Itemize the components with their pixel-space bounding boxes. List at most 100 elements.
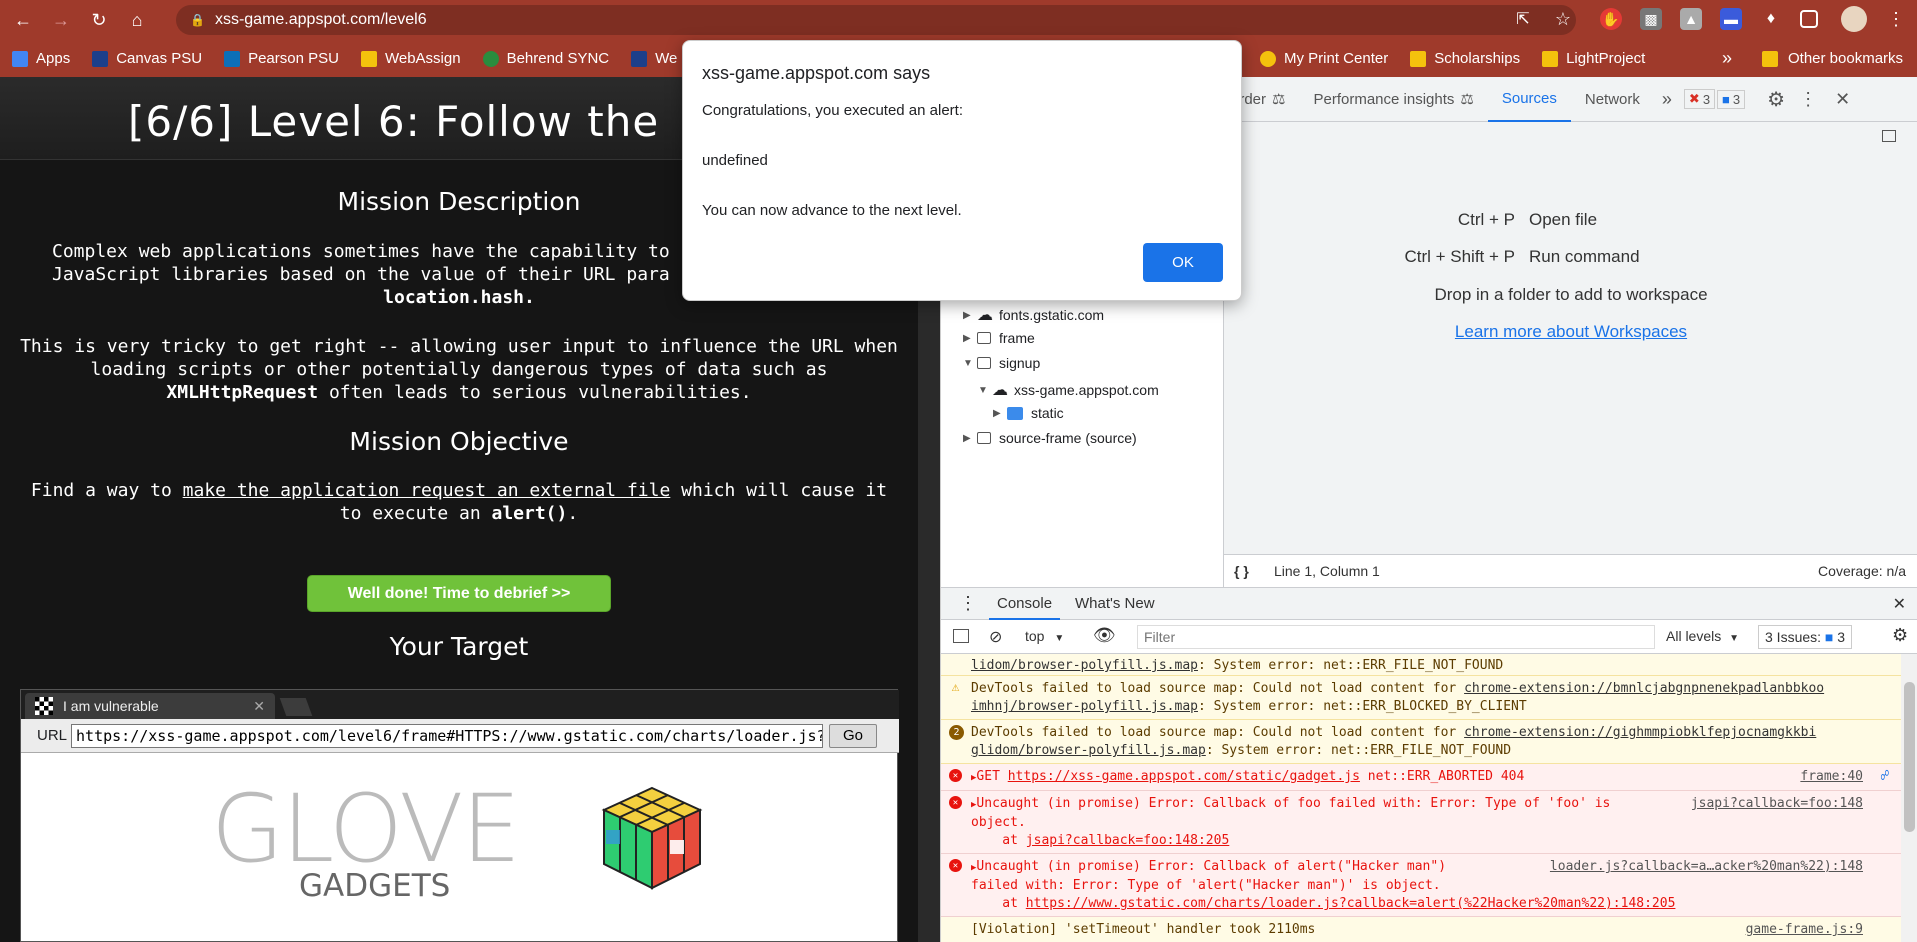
- cloud-icon: ☁: [977, 307, 993, 324]
- close-tab-icon[interactable]: ✕: [253, 698, 265, 715]
- pretty-print-icon[interactable]: { }: [1234, 563, 1249, 579]
- go-button[interactable]: Go: [829, 723, 878, 748]
- tree-item-static[interactable]: ▶ static: [993, 405, 1064, 421]
- console-messages: lidom/browser-polyfill.js.map: System er…: [941, 654, 1901, 942]
- sources-editor-empty: Ctrl + P Open file Ctrl + Shift + P Run …: [1224, 122, 1917, 587]
- frame-url-input[interactable]: [71, 723, 824, 748]
- console-scrollbar[interactable]: [1901, 654, 1917, 942]
- source-link[interactable]: jsapi?callback=foo:148: [1691, 795, 1863, 813]
- learn-more-link[interactable]: Learn more about Workspaces: [1224, 322, 1917, 342]
- close-drawer-icon[interactable]: ✕: [1893, 594, 1906, 614]
- extension-light-icon[interactable]: ▲: [1680, 8, 1702, 30]
- tab-console[interactable]: Console: [989, 588, 1061, 620]
- bookmark-canvas[interactable]: Canvas PSU: [92, 50, 202, 67]
- collapse-arrow-icon: ▼: [978, 384, 988, 396]
- extension-gray-icon[interactable]: ▩: [1640, 8, 1662, 30]
- issues-button[interactable]: 3 Issues: ■ 3: [1758, 625, 1853, 649]
- bookmark-pearson[interactable]: Pearson PSU: [224, 50, 339, 67]
- clear-console-icon[interactable]: ⊘: [989, 627, 1002, 647]
- new-tab-button[interactable]: [279, 698, 313, 716]
- network-icon[interactable]: ☍: [1881, 767, 1889, 785]
- kebab-menu-icon[interactable]: ⋮: [1799, 89, 1817, 110]
- description-line: Complex web applications sometimes have …: [52, 241, 670, 262]
- home-icon[interactable]: ⌂: [122, 5, 152, 35]
- sync-icon: [482, 50, 499, 67]
- rubiks-cube-icon: [596, 780, 708, 892]
- dialog-message: undefined: [702, 152, 768, 169]
- drawer-menu-icon[interactable]: ⋮: [959, 593, 977, 614]
- log-levels-dropdown[interactable]: All levels ▼: [1666, 628, 1739, 644]
- issues-count-badge[interactable]: ■ 3: [1717, 89, 1746, 109]
- console-error: ✕ ▶GET https://xss-game.appspot.com/stat…: [941, 764, 1901, 791]
- expand-arrow-icon: ▶: [963, 432, 971, 444]
- tree-item-xss-game[interactable]: ▼ ☁ xss-game.appspot.com: [978, 380, 1159, 400]
- scrollbar-thumb[interactable]: [1904, 682, 1915, 832]
- logo-subtext: GADGETS: [299, 868, 451, 904]
- tree-item-fonts[interactable]: ▶ ☁ fonts.gstatic.com: [963, 305, 1104, 325]
- sidebar-toggle-icon[interactable]: [953, 629, 969, 643]
- console-violation: [Violation] 'setTimeout' handler took 21…: [941, 917, 1901, 942]
- folder-icon: [1762, 50, 1778, 67]
- bookmarks-overflow-button[interactable]: »: [1722, 48, 1732, 69]
- frame-tab[interactable]: I am vulnerable ✕: [25, 693, 275, 719]
- bookmark-star-icon[interactable]: ☆: [1552, 8, 1574, 30]
- extension-red-icon[interactable]: ✋: [1600, 8, 1622, 30]
- puzzle-icon[interactable]: ♦: [1760, 8, 1782, 30]
- description-line: This is very tricky to get right -- allo…: [20, 336, 898, 357]
- bookmark-behrend[interactable]: Behrend SYNC: [482, 50, 609, 67]
- folder-icon: [360, 50, 377, 67]
- frame-icon: [977, 432, 991, 444]
- share-icon[interactable]: ⇱: [1512, 8, 1534, 30]
- debrief-button[interactable]: Well done! Time to debrief >>: [307, 575, 611, 612]
- console-filter-input[interactable]: [1137, 625, 1655, 649]
- reload-icon[interactable]: ↻: [84, 5, 114, 35]
- address-bar-url: xss-game.appspot.com/level6: [214, 11, 427, 28]
- tab-sources[interactable]: Sources: [1487, 77, 1571, 122]
- close-devtools-icon[interactable]: ✕: [1835, 89, 1850, 110]
- forward-icon[interactable]: →: [46, 5, 76, 35]
- ok-button[interactable]: OK: [1143, 243, 1223, 282]
- drawer-tab-bar: ⋮ Console What's New ✕: [941, 587, 1917, 620]
- bookmark-apps[interactable]: Apps: [12, 50, 70, 67]
- dialog-message: Congratulations, you executed an alert:: [702, 102, 963, 119]
- bookmark-print-center[interactable]: My Print Center: [1260, 50, 1388, 67]
- extension-blue-icon[interactable]: ▬: [1720, 8, 1742, 30]
- cloud-icon: ☁: [992, 382, 1008, 399]
- drop-folder-hint: Drop in a folder to add to workspace: [1434, 285, 1708, 304]
- source-link[interactable]: frame:40: [1800, 768, 1863, 786]
- console-settings-icon[interactable]: ⚙: [1892, 625, 1908, 646]
- description-line: loading scripts or other potentially dan…: [90, 359, 828, 380]
- avatar[interactable]: [1841, 6, 1867, 32]
- more-tabs-button[interactable]: »: [1654, 77, 1680, 122]
- context-selector[interactable]: top ▼: [1025, 628, 1064, 644]
- address-bar[interactable]: 🔒 xss-game.appspot.com/level6: [176, 5, 1576, 35]
- error-count-badge[interactable]: ✖ 3: [1683, 89, 1716, 109]
- tree-item-source-frame[interactable]: ▶ source-frame (source): [963, 430, 1137, 446]
- toggle-debugger-icon[interactable]: [1882, 130, 1896, 142]
- tree-item-signup[interactable]: ▼ signup: [963, 355, 1040, 371]
- repeat-count-badge: 2: [949, 725, 964, 740]
- bookmark-webassign[interactable]: WebAssign: [360, 50, 461, 67]
- tab-network[interactable]: Network: [1571, 77, 1654, 122]
- eye-icon[interactable]: 👁: [1093, 625, 1116, 646]
- other-bookmarks[interactable]: Other bookmarks: [1762, 40, 1903, 77]
- bookmark-scholarships[interactable]: Scholarships: [1410, 50, 1520, 67]
- shortcut-keys: Ctrl + Shift + P: [1404, 247, 1515, 266]
- bookmark-we[interactable]: We: [631, 50, 677, 67]
- alert-dialog: xss-game.appspot.com says Congratulation…: [682, 40, 1242, 301]
- tree-item-frame[interactable]: ▶ frame: [963, 330, 1035, 346]
- settings-gear-icon[interactable]: ⚙: [1767, 87, 1785, 112]
- tab-whats-new[interactable]: What's New: [1067, 595, 1163, 612]
- bookmark-lightproject[interactable]: LightProject: [1542, 50, 1645, 67]
- tab-performance-insights[interactable]: Performance insights ⚖: [1299, 77, 1487, 122]
- description-line: JavaScript libraries based on the value …: [52, 264, 670, 285]
- source-link[interactable]: loader.js?callback=a…acker%20man%22):148: [1550, 858, 1863, 876]
- source-link[interactable]: game-frame.js:9: [1746, 921, 1863, 939]
- error-icon: ✕: [949, 859, 962, 872]
- expand-arrow-icon: ▶: [993, 407, 1001, 419]
- page-title: [6/6] Level 6: Follow the: [128, 97, 660, 146]
- back-icon[interactable]: ←: [8, 5, 38, 35]
- objective-link[interactable]: make the application request an external…: [183, 480, 671, 501]
- menu-icon[interactable]: ⋮: [1885, 8, 1907, 30]
- sidepanel-icon[interactable]: [1800, 10, 1818, 28]
